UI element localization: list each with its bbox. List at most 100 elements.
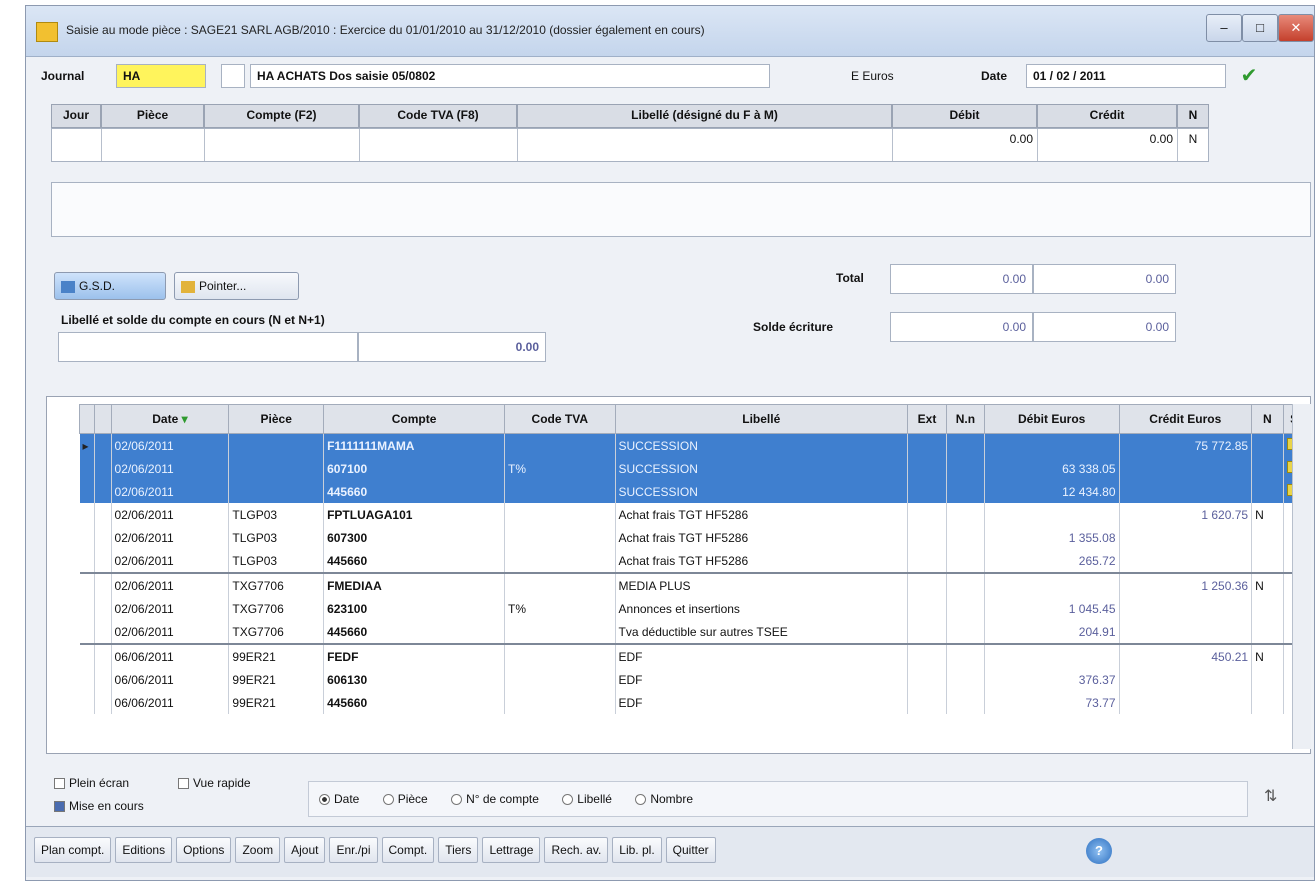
- mise-en-cours-checkbox[interactable]: [54, 801, 65, 813]
- entry-credit[interactable]: 0.00: [1038, 129, 1178, 161]
- ledger-row[interactable]: ▸ 02/06/2011 F1111111MAMA SUCCESSION 75 772.…: [79, 433, 1310, 457]
- maximize-button[interactable]: □: [1242, 14, 1278, 42]
- toolbar-button[interactable]: Ajout: [284, 837, 326, 863]
- pointer-button[interactable]: Pointer...: [174, 272, 299, 300]
- vue-rapide-checkbox[interactable]: [178, 778, 189, 790]
- sort-piece-label: Pièce: [397, 792, 428, 806]
- toolbar-button[interactable]: Quitter: [665, 837, 716, 863]
- col-ledger-compte[interactable]: Compte: [323, 404, 506, 434]
- journal-lookup-button[interactable]: [221, 64, 245, 88]
- ledger-row[interactable]: 02/06/2011 TLGP03 FPTLUAGA101 Achat frais T…: [79, 503, 1310, 526]
- row-credit: [1119, 457, 1253, 480]
- entry-compte[interactable]: [205, 129, 360, 161]
- row-date: 02/06/2011: [111, 457, 230, 480]
- total-credit: 0.00: [1033, 264, 1176, 294]
- toolbar-button[interactable]: Compt.: [381, 837, 435, 863]
- account-balance-name: [58, 332, 358, 362]
- row-credit: 75 772.85: [1119, 433, 1253, 457]
- ledger-row[interactable]: 06/06/2011 99ER21 606130 EDF 376.37: [79, 668, 1310, 691]
- row-compte: FPTLUAGA101: [323, 503, 506, 526]
- toolbar-button[interactable]: Tiers: [438, 837, 479, 863]
- toolbar-button[interactable]: Lettrage: [482, 837, 541, 863]
- sort-date-option[interactable]: Date: [319, 792, 359, 806]
- toolbar-button[interactable]: Rech. av.: [544, 837, 609, 863]
- row-n: N: [1251, 643, 1284, 668]
- row-debit: 204.91: [984, 620, 1120, 644]
- col-ledger-credit[interactable]: Crédit Euros: [1118, 404, 1253, 434]
- toolbar-button[interactable]: Plan compt.: [34, 837, 112, 863]
- toolbar-button[interactable]: Enr./pi: [329, 837, 378, 863]
- row-compte: FEDF: [323, 643, 506, 668]
- sort-libelle-radio[interactable]: [562, 794, 574, 806]
- ledger-scrollbar[interactable]: [1292, 404, 1311, 749]
- close-button[interactable]: ✕: [1278, 14, 1314, 42]
- ledger-row[interactable]: 06/06/2011 99ER21 FEDF EDF 450.21 N: [79, 643, 1310, 668]
- row-piece: TLGP03: [228, 503, 325, 526]
- row-compte: 445660: [323, 620, 506, 644]
- row-credit: 1 250.36: [1119, 572, 1253, 597]
- col-ledger-libelle[interactable]: Libellé: [614, 404, 909, 434]
- help-icon[interactable]: ?: [1086, 838, 1112, 864]
- journal-label: Journal: [41, 69, 85, 83]
- title-bar: Saisie au mode pièce : SAGE21 SARL AGB/2…: [26, 6, 1314, 57]
- ledger-row[interactable]: 02/06/2011 TLGP03 607300 Achat frais TGT HF…: [79, 526, 1310, 549]
- col-ledger-ext[interactable]: Ext: [907, 404, 947, 434]
- gsd-button[interactable]: G.S.D.: [54, 272, 166, 300]
- row-n: [1251, 549, 1284, 573]
- plein-ecran-checkbox[interactable]: [54, 778, 65, 790]
- col-ledger-debit[interactable]: Débit Euros: [983, 404, 1120, 434]
- col-ledger-date[interactable]: Date ▾: [110, 404, 230, 434]
- row-date: 02/06/2011: [111, 549, 230, 573]
- sort-compte-option[interactable]: N° de compte: [451, 792, 539, 806]
- row-check: [94, 526, 112, 549]
- minimize-button[interactable]: –: [1206, 14, 1242, 42]
- checkmark-icon[interactable]: ✔: [1236, 64, 1262, 88]
- toolbar-button[interactable]: Options: [176, 837, 232, 863]
- date-selector[interactable]: 01 / 02 / 2011: [1026, 64, 1226, 88]
- ledger-row[interactable]: 06/06/2011 99ER21 445660 EDF 73.77: [79, 691, 1310, 714]
- toolbar-button[interactable]: Zoom: [235, 837, 281, 863]
- row-tva: [504, 526, 616, 549]
- sort-libelle-option[interactable]: Libellé: [562, 792, 612, 806]
- row-piece: [228, 433, 325, 457]
- sort-piece-radio[interactable]: [382, 794, 394, 806]
- ledger-row[interactable]: 02/06/2011 TXG7706 445660 Tva déductible su…: [79, 620, 1310, 644]
- col-ledger-nn[interactable]: N.n: [945, 404, 985, 434]
- row-marker: [79, 620, 95, 644]
- row-ext: [907, 433, 947, 457]
- sort-compte-radio[interactable]: [451, 794, 463, 806]
- up-down-arrows-icon[interactable]: ⇅: [1264, 786, 1277, 806]
- entry-libelle[interactable]: [518, 129, 893, 161]
- row-debit: 1 045.45: [984, 597, 1120, 620]
- ledger-row[interactable]: 02/06/2011 445660 SUCCESSION 12 434.80: [79, 480, 1310, 503]
- sort-nombre-radio[interactable]: [635, 794, 647, 806]
- entry-n[interactable]: N: [1178, 129, 1208, 161]
- col-ledger-piece[interactable]: Pièce: [228, 404, 325, 434]
- sort-date-radio[interactable]: [319, 794, 330, 806]
- gsd-label: G.S.D.: [79, 279, 116, 293]
- toolbar-button[interactable]: Lib. pl.: [612, 837, 662, 863]
- plein-ecran-option[interactable]: Plein écran: [54, 776, 129, 790]
- vue-rapide-option[interactable]: Vue rapide: [178, 776, 251, 790]
- toolbar-button[interactable]: Editions: [115, 837, 173, 863]
- entry-piece[interactable]: [102, 129, 205, 161]
- journal-field[interactable]: HA: [116, 64, 206, 88]
- entry-row[interactable]: 0.00 0.00 N: [51, 128, 1209, 162]
- entry-jour[interactable]: [52, 129, 102, 161]
- col-ledger-tva[interactable]: Code TVA: [504, 404, 616, 434]
- row-marker: [79, 480, 95, 503]
- sort-nombre-option[interactable]: Nombre: [635, 792, 693, 806]
- ledger-row[interactable]: 02/06/2011 TLGP03 445660 Achat frais TGT HF…: [79, 549, 1310, 573]
- mise-en-cours-option[interactable]: Mise en cours: [54, 799, 144, 813]
- ledger-row[interactable]: 02/06/2011 TXG7706 FMEDIAA MEDIA PLUS 1 250.…: [79, 572, 1310, 597]
- ledger-row[interactable]: 02/06/2011 607100 T% SUCCESSION 63 338.05: [79, 457, 1310, 480]
- col-ledger-n[interactable]: N: [1251, 404, 1284, 434]
- sort-piece-option[interactable]: Pièce: [382, 792, 428, 806]
- ledger-row[interactable]: 02/06/2011 TXG7706 623100 T% Annonces et ins…: [79, 597, 1310, 620]
- row-libelle: Tva déductible sur autres TSEE: [615, 620, 909, 644]
- row-marker: [79, 457, 95, 480]
- row-ext: [907, 620, 947, 644]
- entry-debit[interactable]: 0.00: [893, 129, 1038, 161]
- vue-rapide-label: Vue rapide: [193, 776, 251, 790]
- entry-tva[interactable]: [360, 129, 518, 161]
